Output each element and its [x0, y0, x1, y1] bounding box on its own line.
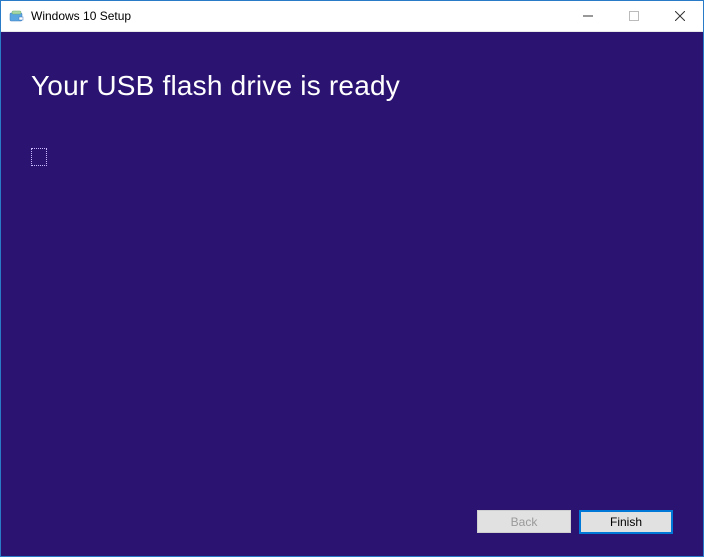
content-area: Your USB flash drive is ready Back Finis… [1, 32, 703, 556]
window-title: Windows 10 Setup [31, 9, 565, 23]
back-button: Back [477, 510, 571, 533]
close-button[interactable] [657, 1, 703, 31]
finish-button[interactable]: Finish [579, 510, 673, 534]
window-controls [565, 1, 703, 31]
usb-drive-link[interactable] [31, 148, 47, 166]
setup-window: Windows 10 Setup Your USB flash drive is… [0, 0, 704, 557]
page-heading: Your USB flash drive is ready [31, 70, 673, 102]
footer-buttons: Back Finish [31, 510, 673, 536]
titlebar: Windows 10 Setup [1, 1, 703, 32]
app-icon [9, 8, 25, 24]
minimize-button[interactable] [565, 1, 611, 31]
maximize-button [611, 1, 657, 31]
